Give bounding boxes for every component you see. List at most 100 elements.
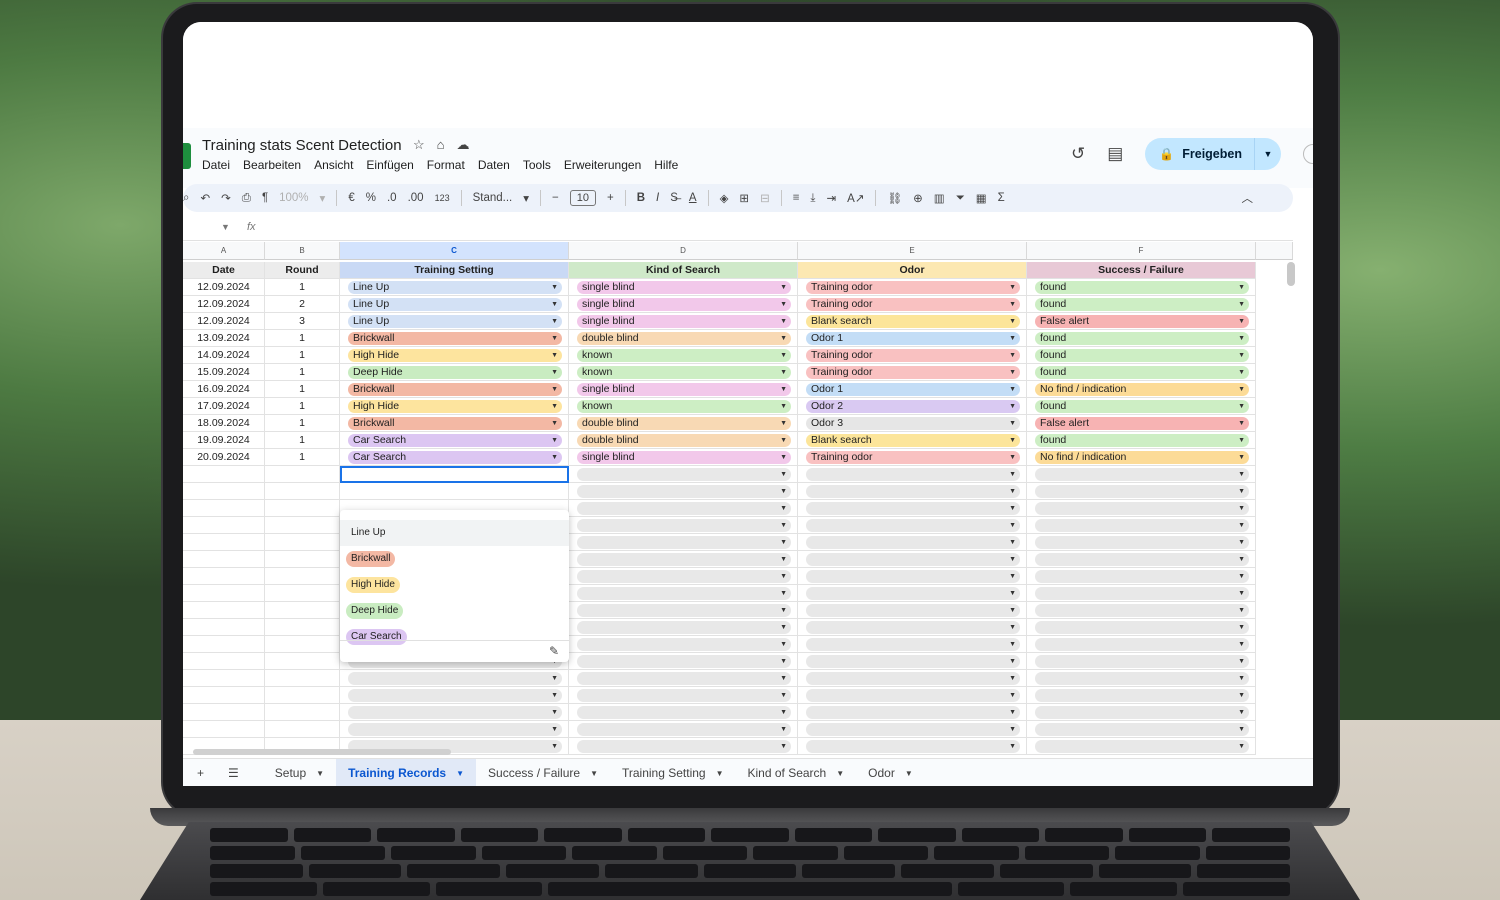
chip-chevron-icon[interactable]: ▼ [1238, 485, 1245, 498]
header-cell-training-setting[interactable]: Training Setting [340, 262, 569, 279]
table-cell-odor[interactable]: Blank search ▼ [798, 432, 1027, 449]
chip-chevron-icon[interactable]: ▼ [780, 434, 787, 447]
functions-button[interactable]: Σ [998, 192, 1005, 204]
table-cell-date[interactable]: 13.09.2024 [183, 330, 265, 347]
dropdown-chip[interactable]: single blind ▼ [577, 315, 791, 328]
chip-chevron-icon[interactable]: ▼ [551, 349, 558, 362]
table-cell-odor[interactable]: Blank search ▼ [798, 313, 1027, 330]
empty-dropdown-chip[interactable]: ▼ [1035, 485, 1249, 498]
dropdown-chip[interactable]: Deep Hide ▼ [348, 366, 562, 379]
empty-dropdown-chip[interactable]: ▼ [806, 570, 1020, 583]
empty-dropdown-chip[interactable]: ▼ [1035, 519, 1249, 532]
table-cell-kind-of-search[interactable]: known ▼ [569, 347, 798, 364]
menu-data[interactable]: Daten [478, 158, 510, 172]
table-cell-kind-of-search[interactable]: ▼ [569, 721, 798, 738]
tab-caret-icon[interactable]: ▼ [316, 769, 324, 778]
tab-training-setting[interactable]: Training Setting ▼ [610, 759, 736, 786]
chip-chevron-icon[interactable]: ▼ [1009, 672, 1016, 685]
table-cell-success-failure[interactable]: False alert ▼ [1027, 415, 1256, 432]
table-cell-date[interactable] [183, 636, 265, 653]
dropdown-chip[interactable]: Blank search ▼ [806, 315, 1020, 328]
chip-chevron-icon[interactable]: ▼ [1238, 638, 1245, 651]
paint-format-icon[interactable]: ¶ [262, 192, 268, 204]
text-color-icon[interactable]: A [689, 192, 697, 204]
tab-training-records[interactable]: Training Records ▼ [336, 759, 477, 786]
table-cell-round[interactable] [265, 602, 340, 619]
header-cell-round[interactable]: Round [265, 262, 340, 279]
dropdown-option-brickwall[interactable]: Brickwall [346, 551, 396, 567]
chip-chevron-icon[interactable]: ▼ [780, 502, 787, 515]
chip-chevron-icon[interactable]: ▼ [780, 485, 787, 498]
empty-dropdown-chip[interactable]: ▼ [577, 723, 791, 736]
table-cell-success-failure[interactable]: ▼ [1027, 670, 1256, 687]
empty-dropdown-chip[interactable]: ▼ [577, 740, 791, 753]
table-cell-date[interactable] [183, 466, 265, 483]
chip-chevron-icon[interactable]: ▼ [1238, 383, 1245, 396]
table-cell-date[interactable] [183, 704, 265, 721]
empty-dropdown-chip[interactable]: ▼ [806, 621, 1020, 634]
menu-help[interactable]: Hilfe [654, 158, 678, 172]
chip-chevron-icon[interactable]: ▼ [1009, 417, 1016, 430]
chip-chevron-icon[interactable]: ▼ [780, 638, 787, 651]
italic-button[interactable]: I [656, 192, 659, 204]
dropdown-chip[interactable]: Training odor ▼ [806, 451, 1020, 464]
text-wrapping-icon[interactable]: ⇥ [827, 191, 837, 205]
dropdown-chip[interactable]: No find / indication ▼ [1035, 451, 1249, 464]
tab-caret-icon[interactable]: ▼ [716, 769, 724, 778]
table-cell-date[interactable]: 17.09.2024 [183, 398, 265, 415]
table-cell-kind-of-search[interactable]: ▼ [569, 551, 798, 568]
table-cell-odor[interactable]: ▼ [798, 551, 1027, 568]
table-cell-kind-of-search[interactable]: double blind ▼ [569, 415, 798, 432]
font-size-increase-icon[interactable]: + [607, 192, 614, 204]
chip-chevron-icon[interactable]: ▼ [551, 298, 558, 311]
dropdown-chip[interactable]: double blind ▼ [577, 332, 791, 345]
dropdown-chip[interactable]: found ▼ [1035, 349, 1249, 362]
chip-chevron-icon[interactable]: ▼ [1009, 434, 1016, 447]
table-cell-round[interactable] [265, 687, 340, 704]
table-cell-odor[interactable]: ▼ [798, 704, 1027, 721]
table-cell-kind-of-search[interactable]: ▼ [569, 568, 798, 585]
chip-chevron-icon[interactable]: ▼ [780, 468, 787, 481]
chip-chevron-icon[interactable]: ▼ [780, 298, 787, 311]
table-cell-date[interactable] [183, 483, 265, 500]
empty-dropdown-chip[interactable]: ▼ [1035, 570, 1249, 583]
table-cell-kind-of-search[interactable]: single blind ▼ [569, 313, 798, 330]
empty-dropdown-chip[interactable]: ▼ [577, 570, 791, 583]
chip-chevron-icon[interactable]: ▼ [1238, 536, 1245, 549]
dropdown-chip[interactable]: Odor 1 ▼ [806, 383, 1020, 396]
chip-chevron-icon[interactable]: ▼ [1009, 332, 1016, 345]
edit-pencil-icon[interactable]: ✎ [549, 644, 559, 658]
table-cell-success-failure[interactable]: ▼ [1027, 534, 1256, 551]
more-formats-button[interactable]: 123 [435, 193, 450, 203]
empty-dropdown-chip[interactable]: ▼ [577, 655, 791, 668]
chip-chevron-icon[interactable]: ▼ [1238, 689, 1245, 702]
table-cell-date[interactable]: 15.09.2024 [183, 364, 265, 381]
table-cell-success-failure[interactable]: ▼ [1027, 466, 1256, 483]
dropdown-chip[interactable]: Brickwall ▼ [348, 332, 562, 345]
table-cell-date[interactable] [183, 670, 265, 687]
table-cell-round[interactable] [265, 619, 340, 636]
chip-chevron-icon[interactable]: ▼ [780, 604, 787, 617]
table-cell-round[interactable] [265, 704, 340, 721]
table-cell-odor[interactable]: Training odor ▼ [798, 449, 1027, 466]
empty-dropdown-chip[interactable]: ▼ [577, 502, 791, 515]
chip-chevron-icon[interactable]: ▼ [551, 315, 558, 328]
chip-chevron-icon[interactable]: ▼ [1009, 400, 1016, 413]
chip-chevron-icon[interactable]: ▼ [1009, 570, 1016, 583]
chip-chevron-icon[interactable]: ▼ [1238, 298, 1245, 311]
dropdown-option-deep-hide[interactable]: Deep Hide [346, 603, 404, 619]
table-cell-round[interactable]: 1 [265, 381, 340, 398]
table-cell-odor[interactable]: ▼ [798, 483, 1027, 500]
chip-chevron-icon[interactable]: ▼ [1238, 400, 1245, 413]
empty-dropdown-chip[interactable]: ▼ [348, 706, 562, 719]
table-cell-odor[interactable]: ▼ [798, 500, 1027, 517]
insert-link-icon[interactable]: ⛓ [887, 191, 902, 205]
table-cell-date[interactable] [183, 534, 265, 551]
chip-chevron-icon[interactable]: ▼ [1009, 621, 1016, 634]
empty-dropdown-chip[interactable]: ▼ [577, 468, 791, 481]
empty-dropdown-chip[interactable]: ▼ [577, 536, 791, 549]
fill-color-icon[interactable]: ◈ [720, 191, 729, 205]
horizontal-align-icon[interactable]: ≡ [793, 192, 800, 204]
table-cell-kind-of-search[interactable]: ▼ [569, 466, 798, 483]
table-cell-odor[interactable]: ▼ [798, 653, 1027, 670]
